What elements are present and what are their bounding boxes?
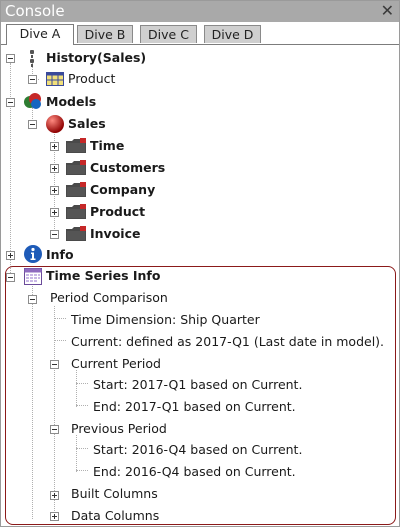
expand-toggle-time[interactable] [50, 142, 59, 151]
tree-node-built-columns[interactable]: Built Columns [71, 486, 158, 502]
table-icon [46, 72, 64, 89]
dimension-icon [65, 181, 87, 201]
dimension-icon [65, 159, 87, 179]
tree-view: History(Sales) Product Models Sales Time… [1, 45, 399, 526]
collapse-toggle-time-series-info[interactable] [6, 273, 15, 282]
tree-node-time-series-info[interactable]: Time Series Info [46, 268, 160, 284]
tree-node-data-columns[interactable]: Data Columns [71, 508, 159, 524]
collapse-toggle-period-comparison[interactable] [28, 295, 37, 304]
tree-node-info[interactable]: Info [46, 247, 74, 263]
window-title: Console [5, 2, 65, 20]
expand-toggle-data-columns[interactable] [50, 512, 59, 521]
tab-dive-d[interactable]: Dive D [204, 25, 261, 43]
close-icon[interactable]: ✕ [381, 1, 394, 21]
tree-node-previous-period[interactable]: Previous Period [71, 421, 167, 437]
dimension-icon [65, 203, 87, 223]
tree-node-time[interactable]: Time [90, 138, 124, 154]
tree-node-time-dimension[interactable]: Time Dimension: Ship Quarter [71, 312, 260, 328]
tree-node-history-sales[interactable]: History(Sales) [46, 50, 146, 66]
tree-node-product[interactable]: Product [90, 204, 145, 220]
tab-dive-b[interactable]: Dive B [77, 25, 133, 43]
collapse-toggle-sales[interactable] [28, 120, 37, 129]
calendar-icon [24, 267, 42, 288]
tab-dive-c[interactable]: Dive C [140, 25, 197, 43]
models-icon [23, 92, 43, 113]
console-window: Console ✕ Dive A Dive B Dive C Dive D Hi… [0, 0, 400, 527]
expand-toggle-info[interactable] [6, 251, 15, 260]
tree-node-current-period-end[interactable]: End: 2017-Q1 based on Current. [93, 399, 296, 415]
dimension-icon [65, 225, 87, 245]
expand-toggle-built-columns[interactable] [50, 491, 59, 500]
tab-strip: Dive A Dive B Dive C Dive D [1, 22, 399, 45]
expand-toggle-company[interactable] [50, 186, 59, 195]
expand-toggle-product[interactable] [50, 208, 59, 217]
tab-dive-a[interactable]: Dive A [6, 24, 74, 45]
collapse-toggle-current-period[interactable] [50, 360, 59, 369]
tree-node-previous-period-end[interactable]: End: 2016-Q4 based on Current. [93, 464, 296, 480]
dimension-icon [65, 137, 87, 157]
tree-node-current-period[interactable]: Current Period [71, 356, 161, 372]
expand-toggle-customers[interactable] [50, 164, 59, 173]
tree-node-previous-period-start[interactable]: Start: 2016-Q4 based on Current. [93, 442, 302, 458]
collapse-toggle-history[interactable] [6, 54, 15, 63]
tree-node-customers[interactable]: Customers [90, 160, 165, 176]
info-icon [23, 244, 43, 267]
collapse-toggle-previous-period[interactable] [50, 425, 59, 434]
tree-node-invoice[interactable]: Invoice [90, 226, 140, 242]
collapse-toggle-models[interactable] [6, 98, 15, 107]
titlebar: Console ✕ [1, 1, 399, 22]
collapse-toggle-history-product[interactable] [28, 75, 37, 84]
tree-node-sales[interactable]: Sales [68, 116, 106, 132]
tree-node-company[interactable]: Company [90, 182, 155, 198]
tree-node-current-period-start[interactable]: Start: 2017-Q1 based on Current. [93, 377, 302, 393]
collapse-toggle-invoice[interactable] [50, 230, 59, 239]
tree-node-models[interactable]: Models [46, 94, 96, 110]
history-icon [25, 49, 39, 70]
tree-node-period-comparison[interactable]: Period Comparison [50, 290, 168, 306]
sphere-icon [45, 114, 65, 137]
tree-node-history-product[interactable]: Product [68, 71, 115, 87]
tree-node-current-definition[interactable]: Current: defined as 2017-Q1 (Last date i… [71, 334, 384, 350]
